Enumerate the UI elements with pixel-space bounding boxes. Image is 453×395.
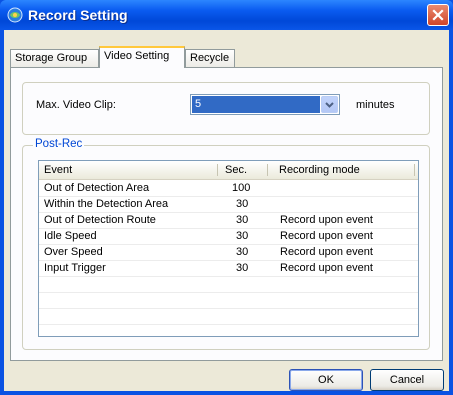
event-cell: Input Trigger bbox=[44, 262, 106, 274]
sec-cell: 30 bbox=[236, 262, 249, 274]
sec-cell: 30 bbox=[236, 246, 249, 258]
event-cell: Out of Detection Area bbox=[44, 182, 150, 194]
mode-cell: Record upon event bbox=[280, 262, 373, 274]
cancel-button-label: Cancel bbox=[389, 374, 425, 386]
event-cell: Out of Detection Route bbox=[44, 214, 156, 226]
table-row[interactable]: Idle Speed 30 Record upon event bbox=[39, 228, 418, 245]
window-bottom-border bbox=[0, 391, 453, 395]
title-bar[interactable]: Record Setting bbox=[0, 0, 453, 30]
close-button[interactable] bbox=[427, 4, 449, 26]
sec-cell: 30 bbox=[236, 214, 249, 226]
cancel-button[interactable]: Cancel bbox=[370, 369, 444, 391]
event-cell: Over Speed bbox=[44, 246, 103, 258]
list-header: Event Sec. Recording mode bbox=[39, 161, 418, 180]
mode-cell: Record upon event bbox=[280, 214, 373, 226]
post-rec-legend: Post-Rec bbox=[33, 138, 85, 150]
dropdown-button[interactable] bbox=[321, 96, 338, 113]
table-row[interactable]: Within the Detection Area 30 bbox=[39, 196, 418, 213]
table-row[interactable]: Out of Detection Route 30 Record upon ev… bbox=[39, 212, 418, 229]
sec-cell: 30 bbox=[236, 198, 249, 210]
table-row[interactable]: Input Trigger 30 Record upon event bbox=[39, 260, 418, 277]
column-header-recording-mode[interactable]: Recording mode bbox=[279, 161, 399, 179]
event-cell: Within the Detection Area bbox=[44, 198, 169, 210]
ok-button[interactable]: OK bbox=[289, 369, 363, 391]
column-header-sec[interactable]: Sec. bbox=[225, 161, 265, 179]
dialog-client-area: Storage Group Video Setting Recycle Max.… bbox=[4, 30, 449, 391]
max-video-clip-value: 5 bbox=[192, 96, 320, 113]
empty-row bbox=[39, 276, 418, 293]
empty-row bbox=[39, 308, 418, 325]
minutes-label: minutes bbox=[356, 99, 395, 111]
record-setting-window: Record Setting Storage Group Video Setti… bbox=[0, 0, 453, 395]
max-video-clip-select[interactable]: 5 bbox=[190, 94, 340, 115]
max-clip-group: Max. Video Clip: 5 minutes bbox=[22, 82, 430, 135]
app-icon bbox=[7, 7, 23, 23]
column-header-event[interactable]: Event bbox=[44, 161, 214, 179]
tab-recycle[interactable]: Recycle bbox=[185, 49, 235, 67]
post-rec-list[interactable]: Event Sec. Recording mode Out of Detecti… bbox=[38, 160, 419, 337]
post-rec-group: Post-Rec Event Sec. Recording mode Out o… bbox=[22, 138, 430, 350]
tab-label: Video Setting bbox=[104, 50, 170, 62]
tab-video-setting[interactable]: Video Setting bbox=[99, 46, 185, 68]
column-divider[interactable] bbox=[217, 164, 218, 176]
mode-cell: Record upon event bbox=[280, 230, 373, 242]
event-cell: Idle Speed bbox=[44, 230, 97, 242]
mode-cell: Record upon event bbox=[280, 246, 373, 258]
ok-button-label: OK bbox=[318, 374, 334, 386]
tab-label: Storage Group bbox=[15, 52, 88, 64]
max-video-clip-label: Max. Video Clip: bbox=[36, 99, 116, 111]
table-row[interactable]: Out of Detection Area 100 bbox=[39, 180, 418, 197]
column-divider[interactable] bbox=[414, 164, 415, 176]
empty-row bbox=[39, 292, 418, 309]
tab-label: Recycle bbox=[190, 52, 230, 64]
window-title: Record Setting bbox=[28, 7, 128, 23]
sec-cell: 30 bbox=[236, 230, 249, 242]
column-divider[interactable] bbox=[267, 164, 268, 176]
sec-cell: 100 bbox=[232, 182, 251, 194]
table-row[interactable]: Over Speed 30 Record upon event bbox=[39, 244, 418, 261]
tab-storage-group[interactable]: Storage Group bbox=[10, 49, 99, 67]
